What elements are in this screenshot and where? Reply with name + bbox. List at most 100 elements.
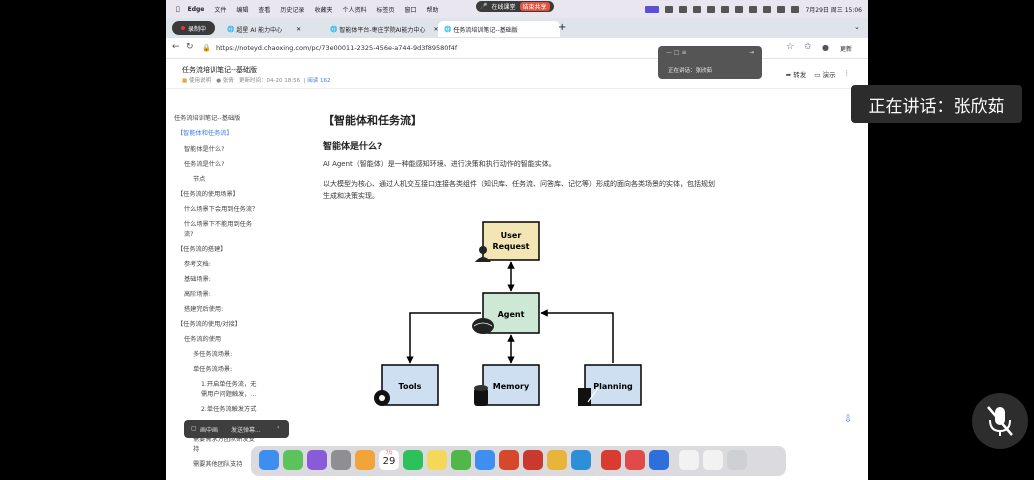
control-center-icon[interactable] [791,5,800,13]
toc-item[interactable]: 搭建完后使用: [184,306,223,314]
menu-tabs[interactable]: 标签页 [376,5,394,14]
reload-icon[interactable]: ↻ [186,42,194,52]
launchpad-icon[interactable] [307,450,327,470]
status-icon[interactable] [721,5,730,13]
chrome-icon[interactable] [547,450,567,470]
new-tab-icon[interactable]: + [558,22,566,33]
back-icon[interactable]: ← [172,42,180,52]
chevron-left-icon[interactable]: ‹ [277,424,279,431]
app-icon[interactable] [451,450,471,470]
search-icon[interactable] [777,5,786,13]
tab-training-notes[interactable]: 🌐 任务流培训笔记--基础版 [438,21,560,37]
more-menu-icon[interactable]: ⋮ [844,69,851,79]
tab-ai-center[interactable]: 🌐 超星 AI 能力中心 ✕ [221,21,307,37]
toc-item[interactable]: 任务流的使用 [184,336,221,344]
screen-share-icon[interactable] [645,5,660,13]
toc-item[interactable]: 智能体是什么? [184,146,224,154]
chaoxing-icon[interactable] [601,450,621,470]
status-icon[interactable] [679,5,688,13]
forward-button[interactable]: ➦ 转发 [786,69,807,79]
stop-share-button[interactable]: 结束共享 [519,2,550,11]
update-button[interactable]: 更新 [840,44,852,53]
mic-muted-icon [987,406,1013,436]
online-class-pill[interactable]: 🎤 在线课堂 结束共享 [476,1,554,12]
chevron-down-icon[interactable]: ⌄ [854,23,860,31]
menu-help[interactable]: 帮助 [427,5,439,14]
menubar-clock[interactable]: 7月29日 周三 15:06 [805,5,862,14]
lock-icon[interactable]: 🔒 [202,44,211,52]
favorites-icon[interactable]: ✩ [804,42,812,52]
toc-item[interactable]: 需用户问题触发，... [201,391,256,399]
present-button[interactable]: ▭ 演示 [814,69,835,79]
download-icon[interactable]: ⇩ [840,414,856,430]
star-icon[interactable]: ☆ [786,42,794,52]
app-icon[interactable] [625,450,645,470]
edge-icon[interactable] [571,450,591,470]
doc-folder[interactable]: 使用说明 [189,78,211,84]
finder-icon[interactable] [259,450,279,470]
toc-item[interactable]: 单任务流场景: [193,366,232,374]
toc-item[interactable]: 什么场景下会用到任务流？ [184,206,258,214]
menu-history[interactable]: 历史记录 [280,5,304,14]
gear-icon [374,390,390,406]
paragraph: 以大模型为核心、通过人机交互接口连接各类组件（知识库、任务流、问答库、记忆等）形… [323,180,715,200]
status-icon[interactable] [665,5,674,13]
toc-item[interactable]: 1.开启单任务流，无 [201,381,256,389]
checkbox-icon[interactable]: ▢ [191,425,197,432]
user-request-box [482,221,540,261]
menu-file[interactable]: 文件 [214,5,226,14]
menu-profile[interactable]: 个人资料 [342,5,366,14]
app-icon[interactable] [649,450,669,470]
trash-icon[interactable] [727,450,747,470]
menu-view[interactable]: 查看 [258,5,270,14]
menu-edit[interactable]: 编辑 [236,5,248,14]
toc-item[interactable]: 基础场景: [184,276,211,284]
close-tab-icon[interactable]: ✕ [296,26,301,33]
toc-item[interactable]: 流? [184,231,193,239]
recording-badge[interactable]: 录制中 [172,21,215,35]
notes-icon[interactable] [427,450,447,470]
popup-collapse-icon[interactable]: ⇥ [749,49,754,56]
menu-app-name[interactable]: Edge [188,6,205,13]
tab-agent-platform[interactable]: 🌐 智能体平台-枣庄学院AI能力中心 ✕ [324,21,444,37]
status-icon[interactable] [693,5,702,13]
menu-favorites[interactable]: 收藏夹 [314,5,332,14]
toc-item[interactable]: 什么场景下不能用到任务 [184,221,252,229]
wechat-icon[interactable] [403,450,423,470]
toc-item[interactable]: 多任务流场景: [193,351,232,359]
toc-item[interactable]: 需要其他团队支持 [193,461,243,469]
toc-item[interactable]: 2.单任务流触发方式 [201,406,256,414]
avatar[interactable]: ● [822,43,829,52]
wifi-icon[interactable] [763,5,772,13]
speaker-popup[interactable]: — □ ≡ ⇥ 正在讲话：张欣茹 [658,46,762,79]
photos-icon[interactable] [355,450,375,470]
messages-icon[interactable] [283,450,303,470]
wechat-status-icon[interactable] [707,5,716,13]
battery-icon[interactable] [749,5,758,13]
toc-item[interactable]: 持 [193,446,199,454]
wps-icon[interactable] [523,450,543,470]
toc-item[interactable]: 任务流是什么? [184,161,224,169]
mute-mic-button[interactable] [972,393,1028,449]
apple-icon[interactable]:  [176,6,180,13]
menu-window[interactable]: 窗口 [404,5,416,14]
document-icon[interactable] [679,450,699,470]
document-icon[interactable] [703,450,723,470]
toc-item[interactable]: 【智能体和任务流】 [177,130,233,138]
danmaku-input[interactable]: 发送弹幕... [231,425,261,434]
toc-item[interactable]: 【任务流的使用/对接】 [177,321,241,329]
popup-window-controls-icon[interactable]: — □ ≡ [666,49,687,56]
toc-item[interactable]: 【任务流的使用场景】 [177,191,239,199]
calendar-icon[interactable]: 7月 29 [379,450,399,470]
url-field[interactable]: https://noteyd.chaoxing.com/pc/73e00011-… [216,44,457,52]
firefox-icon[interactable] [499,450,519,470]
toc-item[interactable]: 【任务流的搭建】 [177,246,227,254]
settings-icon[interactable] [331,450,351,470]
input-method-icon[interactable] [735,5,744,13]
toc-item[interactable]: 高阶场景: [184,291,211,299]
toc-item[interactable]: 任务流培训笔记--基础版 [174,115,240,123]
toc-item[interactable]: 参考文档: [184,261,211,269]
toc-item[interactable]: 节点 [193,176,205,184]
safari-icon[interactable] [475,450,495,470]
pip-button[interactable]: 画中画 [200,425,218,434]
